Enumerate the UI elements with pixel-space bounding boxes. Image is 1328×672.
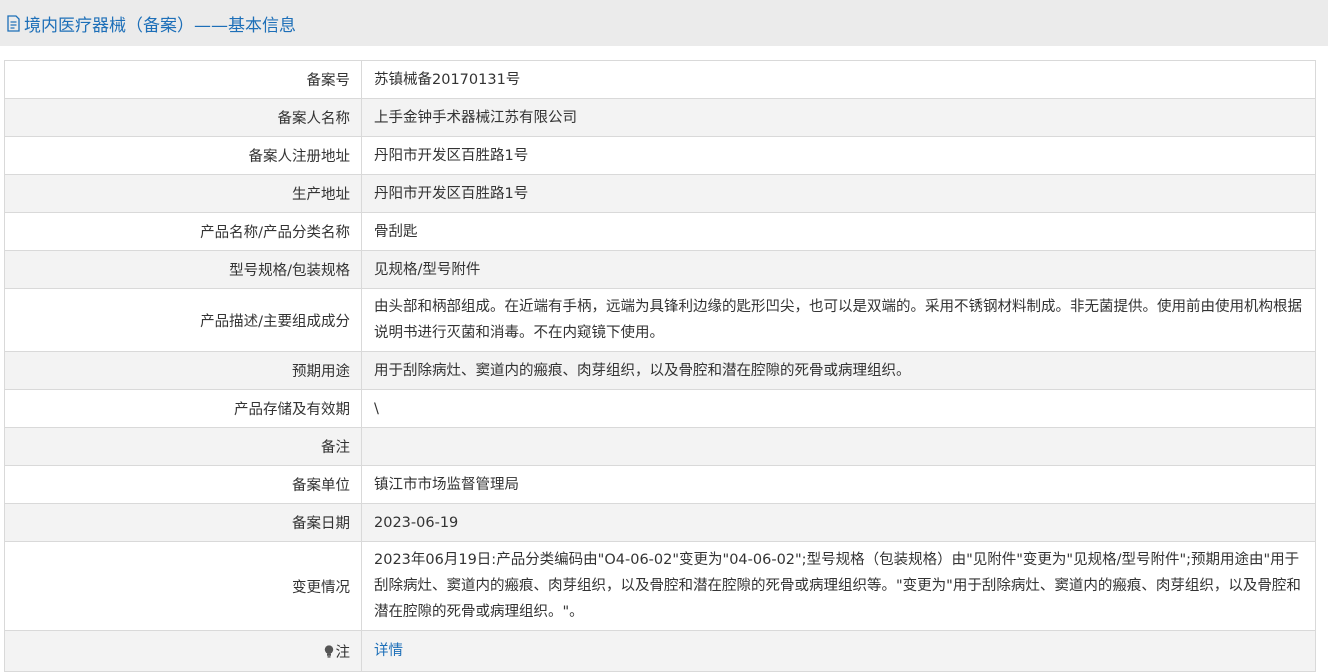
note-label-cell: 注 xyxy=(4,630,362,672)
row-value: 用于刮除病灶、窦道内的瘢痕、肉芽组织，以及骨腔和潜在腔隙的死骨或病理组织。 xyxy=(361,351,1316,390)
row-value: 镇江市市场监督管理局 xyxy=(361,465,1316,504)
row-label: 变更情况 xyxy=(4,541,362,631)
table-row: 备案人注册地址 丹阳市开发区百胜路1号 xyxy=(4,136,1316,175)
row-label: 生产地址 xyxy=(4,174,362,213)
page-title: 境内医疗器械（备案）——基本信息 xyxy=(24,15,296,36)
page-title-bar: 境内医疗器械（备案）——基本信息 xyxy=(0,0,1328,46)
row-value: 苏镇械备20170131号 xyxy=(361,60,1316,99)
table-row: 备案号 苏镇械备20170131号 xyxy=(4,60,1316,99)
row-label: 备注 xyxy=(4,427,362,466)
table-row: 备注 xyxy=(4,427,1316,466)
table-row: 备案单位 镇江市市场监督管理局 xyxy=(4,465,1316,504)
note-label: 注 xyxy=(335,644,351,661)
table-row: 产品存储及有效期 \ xyxy=(4,389,1316,428)
table-row: 型号规格/包装规格 见规格/型号附件 xyxy=(4,250,1316,289)
lightbulb-icon xyxy=(324,644,333,658)
info-table-container: 备案号 苏镇械备20170131号 备案人名称 上手金钟手术器械江苏有限公司 备… xyxy=(4,60,1316,672)
row-value: 丹阳市开发区百胜路1号 xyxy=(361,136,1316,175)
row-value: 2023年06月19日:产品分类编码由"O4-06-02"变更为"04-06-0… xyxy=(361,541,1316,631)
row-value: 由头部和柄部组成。在近端有手柄，远端为具锋利边缘的匙形凹尖，也可以是双端的。采用… xyxy=(361,288,1316,352)
row-label: 产品存储及有效期 xyxy=(4,389,362,428)
row-value: 骨刮匙 xyxy=(361,212,1316,251)
row-label: 产品描述/主要组成成分 xyxy=(4,288,362,352)
note-value-cell: 详情 xyxy=(361,630,1316,672)
table-row: 产品名称/产品分类名称 骨刮匙 xyxy=(4,212,1316,251)
row-label: 备案人名称 xyxy=(4,98,362,137)
table-row: 备案人名称 上手金钟手术器械江苏有限公司 xyxy=(4,98,1316,137)
table-row: 生产地址 丹阳市开发区百胜路1号 xyxy=(4,174,1316,213)
row-value: 丹阳市开发区百胜路1号 xyxy=(361,174,1316,213)
row-value xyxy=(361,427,1316,466)
table-row: 备案日期 2023-06-19 xyxy=(4,503,1316,542)
table-row: 产品描述/主要组成成分 由头部和柄部组成。在近端有手柄，远端为具锋利边缘的匙形凹… xyxy=(4,288,1316,352)
document-icon xyxy=(7,14,20,32)
row-value: 见规格/型号附件 xyxy=(361,250,1316,289)
row-label: 备案日期 xyxy=(4,503,362,542)
row-value: 2023-06-19 xyxy=(361,503,1316,542)
row-label: 型号规格/包装规格 xyxy=(4,250,362,289)
row-value: \ xyxy=(361,389,1316,428)
row-label: 产品名称/产品分类名称 xyxy=(4,212,362,251)
table-row: 变更情况 2023年06月19日:产品分类编码由"O4-06-02"变更为"04… xyxy=(4,541,1316,631)
detail-link[interactable]: 详情 xyxy=(374,643,403,659)
row-label: 备案号 xyxy=(4,60,362,99)
info-table: 备案号 苏镇械备20170131号 备案人名称 上手金钟手术器械江苏有限公司 备… xyxy=(4,60,1316,672)
row-label: 备案单位 xyxy=(4,465,362,504)
note-row: 注 详情 xyxy=(4,630,1316,672)
row-label: 预期用途 xyxy=(4,351,362,390)
table-row: 预期用途 用于刮除病灶、窦道内的瘢痕、肉芽组织，以及骨腔和潜在腔隙的死骨或病理组… xyxy=(4,351,1316,390)
row-value: 上手金钟手术器械江苏有限公司 xyxy=(361,98,1316,137)
row-label: 备案人注册地址 xyxy=(4,136,362,175)
